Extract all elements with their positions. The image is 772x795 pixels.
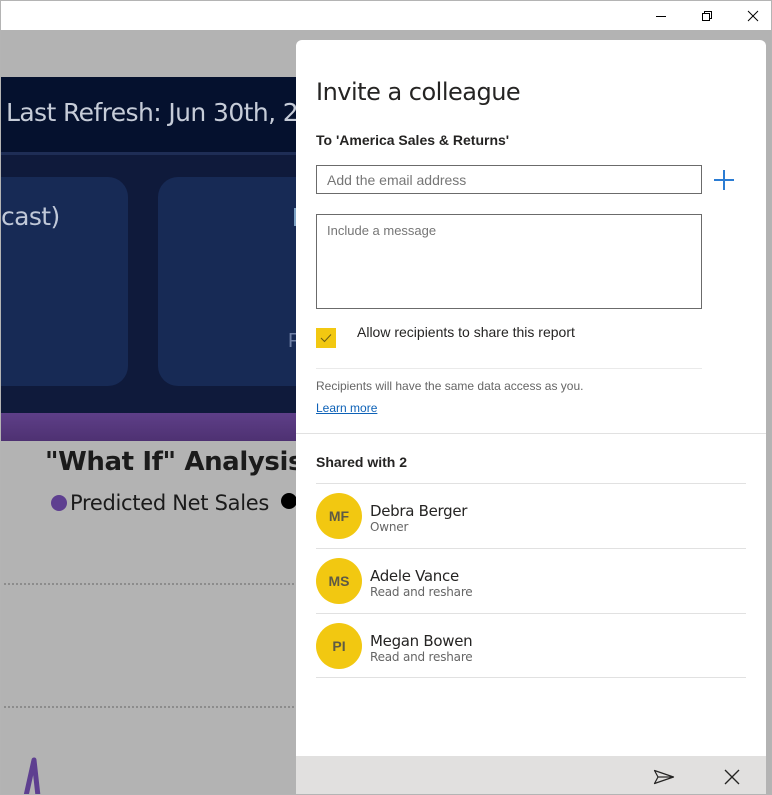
divider	[296, 433, 766, 434]
restore-button[interactable]	[684, 1, 730, 30]
recipient-target-label: To 'America Sales & Returns'	[316, 132, 510, 148]
chart-gridline	[4, 583, 294, 585]
add-email-button[interactable]	[711, 167, 737, 193]
kpi-area	[1, 155, 318, 413]
access-note: Recipients will have the same data acces…	[316, 379, 584, 393]
avatar: MS	[316, 558, 362, 604]
title-bar	[1, 1, 771, 30]
overlay-edge	[766, 30, 771, 794]
legend-label: Predicted Net Sales	[70, 491, 269, 515]
invite-dialog: Invite a colleague To 'America Sales & R…	[296, 40, 766, 794]
allow-share-checkbox[interactable]	[316, 328, 336, 348]
plus-icon	[714, 170, 734, 190]
send-icon	[653, 769, 675, 785]
chart-line	[23, 757, 41, 794]
minimize-icon	[656, 15, 666, 17]
person-row: MF Debra Berger Owner	[316, 483, 746, 548]
avatar: MF	[316, 493, 362, 539]
chart-legend: Predicted Net Sales	[51, 491, 269, 515]
email-input[interactable]	[316, 165, 702, 194]
person-name: Adele Vance	[370, 567, 459, 585]
dialog-footer	[296, 756, 766, 794]
learn-more-link[interactable]: Learn more	[316, 401, 377, 415]
person-name: Megan Bowen	[370, 632, 473, 650]
person-name: Debra Berger	[370, 502, 468, 520]
close-icon	[724, 769, 740, 785]
avatar: PI	[316, 623, 362, 669]
person-role: Owner	[370, 520, 409, 534]
shared-with-heading: Shared with 2	[316, 454, 408, 470]
kpi-card-label: cast)	[1, 202, 60, 231]
person-role: Read and reshare	[370, 650, 473, 664]
chart-title: "What If" Analysis F	[45, 447, 330, 477]
minimize-button[interactable]	[638, 1, 684, 30]
cancel-button[interactable]	[719, 764, 745, 790]
send-button[interactable]	[651, 764, 677, 790]
person-row: MS Adele Vance Read and reshare	[316, 548, 746, 613]
legend-dot-icon	[281, 493, 297, 509]
person-role: Read and reshare	[370, 585, 473, 599]
chart-gridline	[4, 706, 294, 708]
divider	[316, 368, 702, 369]
close-icon	[747, 10, 759, 21]
allow-share-label[interactable]: Allow recipients to share this report	[357, 324, 575, 340]
dialog-title: Invite a colleague	[316, 78, 521, 106]
purple-band	[1, 413, 296, 441]
legend-dot-icon	[51, 495, 67, 511]
close-window-button[interactable]	[730, 1, 771, 30]
app-window: Last Refresh: Jun 30th, 20 cast) P "What…	[0, 0, 772, 795]
last-refresh-text: Last Refresh: Jun 30th, 20	[6, 98, 314, 127]
restore-icon	[702, 10, 712, 21]
message-input[interactable]	[316, 214, 702, 309]
checkmark-icon	[320, 334, 332, 343]
shared-people-list: MF Debra Berger Owner MS Adele Vance Rea…	[316, 483, 746, 678]
person-row: PI Megan Bowen Read and reshare	[316, 613, 746, 678]
